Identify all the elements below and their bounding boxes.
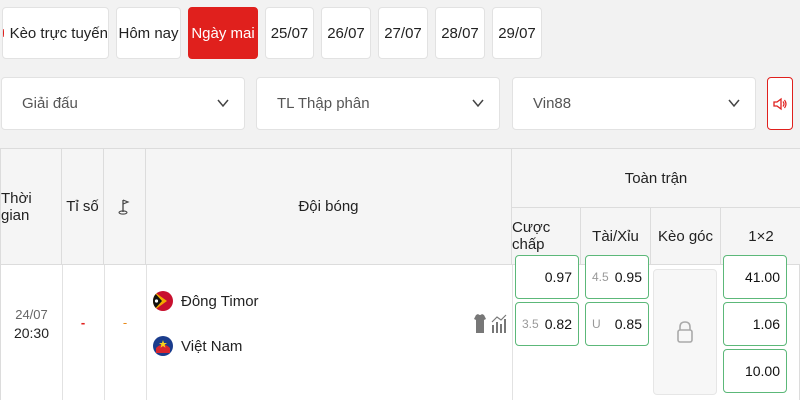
bookmaker-select-value: Vin88 xyxy=(533,95,572,112)
chevron-down-icon xyxy=(472,99,484,108)
odds-line: 3.5 xyxy=(522,317,539,331)
corner-flag-icon xyxy=(117,198,130,215)
speaker-icon xyxy=(773,97,787,110)
column-divider xyxy=(62,265,63,400)
odds-value: 0.97 xyxy=(544,269,572,285)
column-divider xyxy=(146,265,147,400)
over-odds[interactable]: 4.5 0.95 xyxy=(585,255,649,299)
tab-live[interactable]: Kèo trực tuyến xyxy=(2,7,109,59)
odds-table: Thời gian Tỉ số Đội bóng Toàn trận Cược … xyxy=(0,148,800,400)
tab-tomorrow-label: Ngày mai xyxy=(191,24,255,42)
header-full-match-label: Toàn trận xyxy=(624,169,688,187)
header-over-under-label: Tài/Xỉu xyxy=(592,227,639,245)
header-teams-label: Đội bóng xyxy=(298,198,359,215)
tab-today[interactable]: Hôm nay xyxy=(116,7,181,59)
odds-line: 4.5 xyxy=(592,270,609,284)
tab-date-27-07[interactable]: 27/07 xyxy=(378,7,428,59)
corner-odds-locked xyxy=(653,269,717,395)
odds-value: 1.06 xyxy=(752,316,780,332)
header-score: Tỉ số xyxy=(62,149,104,265)
tab-live-label: Kèo trực tuyến xyxy=(9,24,108,42)
league-select[interactable]: Giải đấu xyxy=(1,77,245,130)
tab-date-label: 28/07 xyxy=(441,24,479,42)
1x2-away-odds[interactable]: 1.06 xyxy=(723,302,787,346)
match-time: 20:30 xyxy=(13,325,50,341)
tab-date-29-07[interactable]: 29/07 xyxy=(492,7,542,59)
away-team-name: Việt Nam xyxy=(181,337,243,355)
match-corner-score: - xyxy=(122,315,128,330)
1x2-draw-odds[interactable]: 10.00 xyxy=(723,349,787,393)
header-time-label: Thời gian xyxy=(1,189,32,224)
tab-today-label: Hôm nay xyxy=(118,24,179,42)
column-divider xyxy=(104,265,105,400)
bookmaker-select[interactable]: Vin88 xyxy=(512,77,756,130)
tab-date-label: 25/07 xyxy=(270,24,309,42)
header-teams: Đội bóng xyxy=(146,149,512,265)
stats-chart-icon[interactable] xyxy=(491,313,507,335)
home-team[interactable]: Đông Timor xyxy=(153,291,259,311)
tab-date-label: 27/07 xyxy=(384,24,422,42)
header-corner-flag xyxy=(104,149,146,265)
tab-date-26-07[interactable]: 26/07 xyxy=(321,7,371,59)
sound-toggle-button[interactable] xyxy=(767,77,793,130)
tab-date-25-07[interactable]: 25/07 xyxy=(265,7,314,59)
timor-leste-flag-icon xyxy=(153,291,173,311)
1x2-home-odds[interactable]: 41.00 xyxy=(723,255,787,299)
header-score-label: Tỉ số xyxy=(66,198,99,215)
handicap-away-odds[interactable]: 3.5 0.82 xyxy=(515,302,579,346)
under-odds[interactable]: U 0.85 xyxy=(585,302,649,346)
header-time: Thời gian xyxy=(1,149,62,265)
match-score: - xyxy=(80,315,86,330)
tab-date-label: 29/07 xyxy=(498,24,536,42)
odds-value: 0.82 xyxy=(544,316,572,332)
live-dot-icon xyxy=(3,29,4,37)
match-date: 24/07 xyxy=(15,307,48,322)
odds-value: 41.00 xyxy=(744,269,780,285)
away-team[interactable]: Việt Nam xyxy=(153,336,242,356)
odds-page: Kèo trực tuyến Hôm nay Ngày mai 25/07 26… xyxy=(0,0,800,400)
odds-format-select[interactable]: TL Thập phân xyxy=(256,77,500,130)
header-handicap-label: Cược chấp xyxy=(512,219,551,253)
vietnam-crest-icon xyxy=(153,336,173,356)
chevron-down-icon xyxy=(217,99,229,108)
column-divider xyxy=(512,265,513,400)
tab-tomorrow[interactable]: Ngày mai xyxy=(188,7,258,59)
jersey-icon[interactable] xyxy=(473,313,487,335)
home-team-name: Đông Timor xyxy=(181,292,259,310)
odds-line: U xyxy=(592,317,601,331)
header-full-match: Toàn trận xyxy=(512,149,800,207)
odds-value: 0.95 xyxy=(614,269,642,285)
odds-format-select-value: TL Thập phân xyxy=(277,95,370,112)
header-1x2-label: 1×2 xyxy=(748,227,774,245)
lock-icon xyxy=(677,321,693,343)
chevron-down-icon xyxy=(728,99,740,108)
header-corner-label: Kèo góc xyxy=(657,227,714,245)
league-select-value: Giải đấu xyxy=(22,95,78,112)
odds-value: 0.85 xyxy=(614,316,642,332)
tab-date-28-07[interactable]: 28/07 xyxy=(435,7,485,59)
odds-value: 10.00 xyxy=(744,363,780,379)
header-corner: Kèo góc xyxy=(651,207,721,265)
tab-date-label: 26/07 xyxy=(327,24,365,42)
handicap-home-odds[interactable]: 0.97 xyxy=(515,255,579,299)
